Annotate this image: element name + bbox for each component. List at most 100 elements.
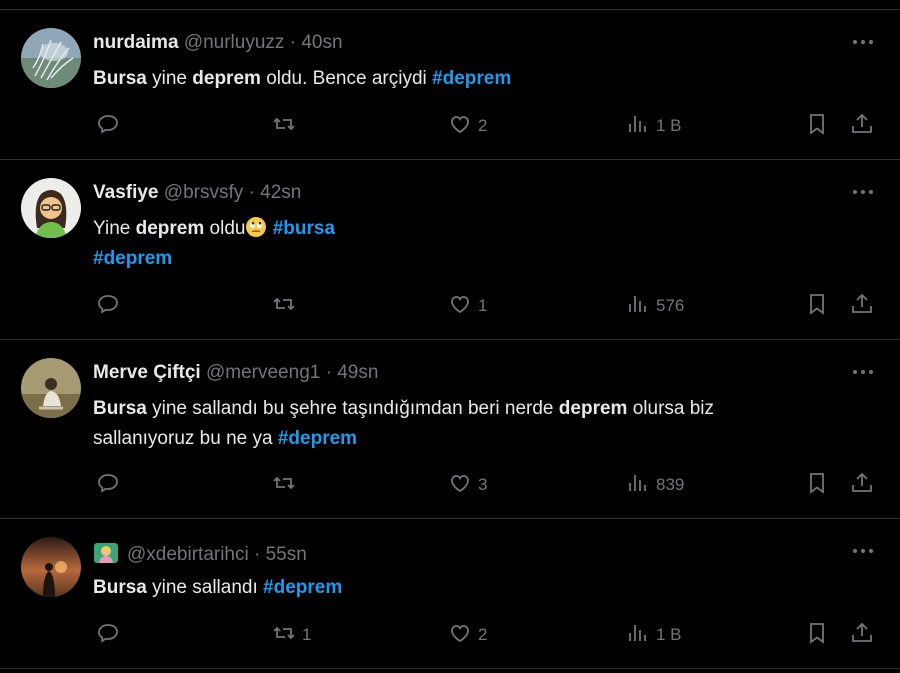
- more-icon[interactable]: [850, 362, 876, 382]
- retweet-icon: [272, 292, 296, 321]
- user-handle[interactable]: @xdebirtarihci: [127, 544, 249, 565]
- views-button[interactable]: 839: [626, 470, 684, 500]
- like-count: 2: [478, 625, 488, 644]
- hashtag-link[interactable]: #deprem: [432, 68, 511, 89]
- retweet-icon: [272, 621, 296, 650]
- timestamp[interactable]: 55sn: [266, 544, 307, 565]
- view-count: 1 B: [656, 625, 682, 644]
- reply-button[interactable]: [96, 620, 126, 650]
- bookmark-icon: [805, 621, 829, 650]
- text-segment: Yine: [93, 218, 136, 239]
- hashtag-link[interactable]: #bursa: [273, 218, 335, 239]
- bold-keyword: deprem: [135, 218, 205, 239]
- text-segment: yine sallandı: [146, 577, 264, 598]
- text-segment: yine: [146, 68, 193, 89]
- retweet-icon: [272, 471, 296, 500]
- views-icon: [626, 112, 650, 141]
- share-button[interactable]: [850, 111, 874, 141]
- reply-button[interactable]: [96, 470, 126, 500]
- like-button[interactable]: 1: [448, 291, 487, 321]
- bold-keyword: Bursa: [93, 398, 147, 419]
- timeline-feed: nurdaima @nurluyuzz · 40sn Bursa yine de…: [0, 0, 900, 673]
- more-icon[interactable]: [850, 182, 876, 202]
- woman-tipping-hand-badge-icon: [94, 543, 118, 563]
- tweet-text-line: Bursa yine sallandı bu şehre taşındığımd…: [93, 394, 873, 424]
- avatar[interactable]: [21, 178, 81, 238]
- bookmark-button[interactable]: [805, 470, 829, 500]
- user-handle[interactable]: @nurluyuzz: [184, 32, 285, 53]
- retweet-button[interactable]: [272, 291, 302, 321]
- views-button[interactable]: 1 B: [626, 111, 682, 141]
- bookmark-button[interactable]: [805, 291, 829, 321]
- bold-keyword: deprem: [558, 398, 628, 419]
- separator-dot: ·: [289, 32, 297, 53]
- hashtag-link[interactable]: #deprem: [93, 248, 172, 269]
- separator-dot: ·: [248, 182, 255, 203]
- bookmark-button[interactable]: [805, 620, 829, 650]
- bookmark-button[interactable]: [805, 111, 829, 141]
- more-icon[interactable]: [850, 541, 876, 561]
- display-name[interactable]: Vasfiye: [93, 182, 159, 203]
- hashtag-link[interactable]: #deprem: [263, 577, 342, 598]
- bookmark-icon: [805, 112, 829, 141]
- tweet-header: Vasfiye @brsvsfy · 42sn: [93, 182, 301, 204]
- retweet-count: 1: [302, 625, 312, 644]
- display-name[interactable]: nurdaima: [93, 32, 179, 53]
- share-button[interactable]: [850, 470, 874, 500]
- retweet-button[interactable]: [272, 111, 302, 141]
- reply-icon: [96, 471, 120, 500]
- reply-button[interactable]: [96, 291, 126, 321]
- tweet[interactable]: Vasfiye @brsvsfy · 42sn Yine deprem oldu…: [0, 160, 900, 340]
- text-segment: oldu: [204, 218, 246, 239]
- retweet-button[interactable]: 1: [272, 620, 311, 650]
- more-icon[interactable]: [850, 32, 876, 52]
- share-icon: [850, 621, 874, 650]
- tweet-text: Bursa yine sallandı bu şehre taşındığımd…: [93, 394, 873, 454]
- share-icon: [850, 292, 874, 321]
- like-count: 3: [478, 475, 488, 494]
- avatar[interactable]: [21, 358, 81, 418]
- avatar[interactable]: [21, 28, 81, 88]
- like-count: 2: [478, 116, 488, 135]
- share-button[interactable]: [850, 291, 874, 321]
- bookmark-icon: [805, 471, 829, 500]
- heart-icon: [448, 292, 472, 321]
- text-segment: sallanıyoruz bu ne ya: [93, 428, 278, 449]
- views-icon: [626, 471, 650, 500]
- heart-icon: [448, 621, 472, 650]
- user-handle[interactable]: @merveeng1: [206, 362, 320, 383]
- avatar[interactable]: [21, 537, 81, 597]
- reply-icon: [96, 621, 120, 650]
- views-button[interactable]: 1 B: [626, 620, 682, 650]
- like-button[interactable]: 3: [448, 470, 487, 500]
- views-button[interactable]: 576: [626, 291, 684, 321]
- tweet-text-line: #deprem: [93, 244, 873, 274]
- share-icon: [850, 112, 874, 141]
- tweet-actions: 3 839: [0, 470, 900, 500]
- tweet[interactable]: nurdaima @nurluyuzz · 40sn Bursa yine de…: [0, 10, 900, 160]
- text-segment: oldu. Bence arçiydi: [260, 68, 433, 89]
- timestamp[interactable]: 40sn: [301, 32, 342, 53]
- share-icon: [850, 471, 874, 500]
- text-segment: olursa biz: [627, 398, 715, 419]
- timestamp[interactable]: 42sn: [260, 182, 301, 203]
- like-button[interactable]: 2: [448, 620, 487, 650]
- display-name[interactable]: Merve Çiftçi: [93, 362, 201, 383]
- tweet-text: Yine deprem oldu #bursa #deprem: [93, 214, 873, 274]
- separator-dot: ·: [325, 362, 332, 383]
- reply-button[interactable]: [96, 111, 126, 141]
- tweet-text-line: Yine deprem oldu #bursa: [93, 214, 873, 244]
- share-button[interactable]: [850, 620, 874, 650]
- timestamp[interactable]: 49sn: [337, 362, 378, 383]
- heart-icon: [448, 112, 472, 141]
- tweet-actions: 1 576: [0, 291, 900, 321]
- views-icon: [626, 292, 650, 321]
- retweet-button[interactable]: [272, 470, 302, 500]
- like-button[interactable]: 2: [448, 111, 487, 141]
- hashtag-link[interactable]: #deprem: [278, 428, 357, 449]
- tweet-actions: 2 1 B: [0, 111, 900, 141]
- view-count: 839: [656, 475, 685, 494]
- user-handle[interactable]: @brsvsfy: [164, 182, 243, 203]
- tweet[interactable]: @xdebirtarihci · 55sn Bursa yine salland…: [0, 519, 900, 669]
- tweet[interactable]: Merve Çiftçi @merveeng1 · 49sn Bursa yin…: [0, 340, 900, 519]
